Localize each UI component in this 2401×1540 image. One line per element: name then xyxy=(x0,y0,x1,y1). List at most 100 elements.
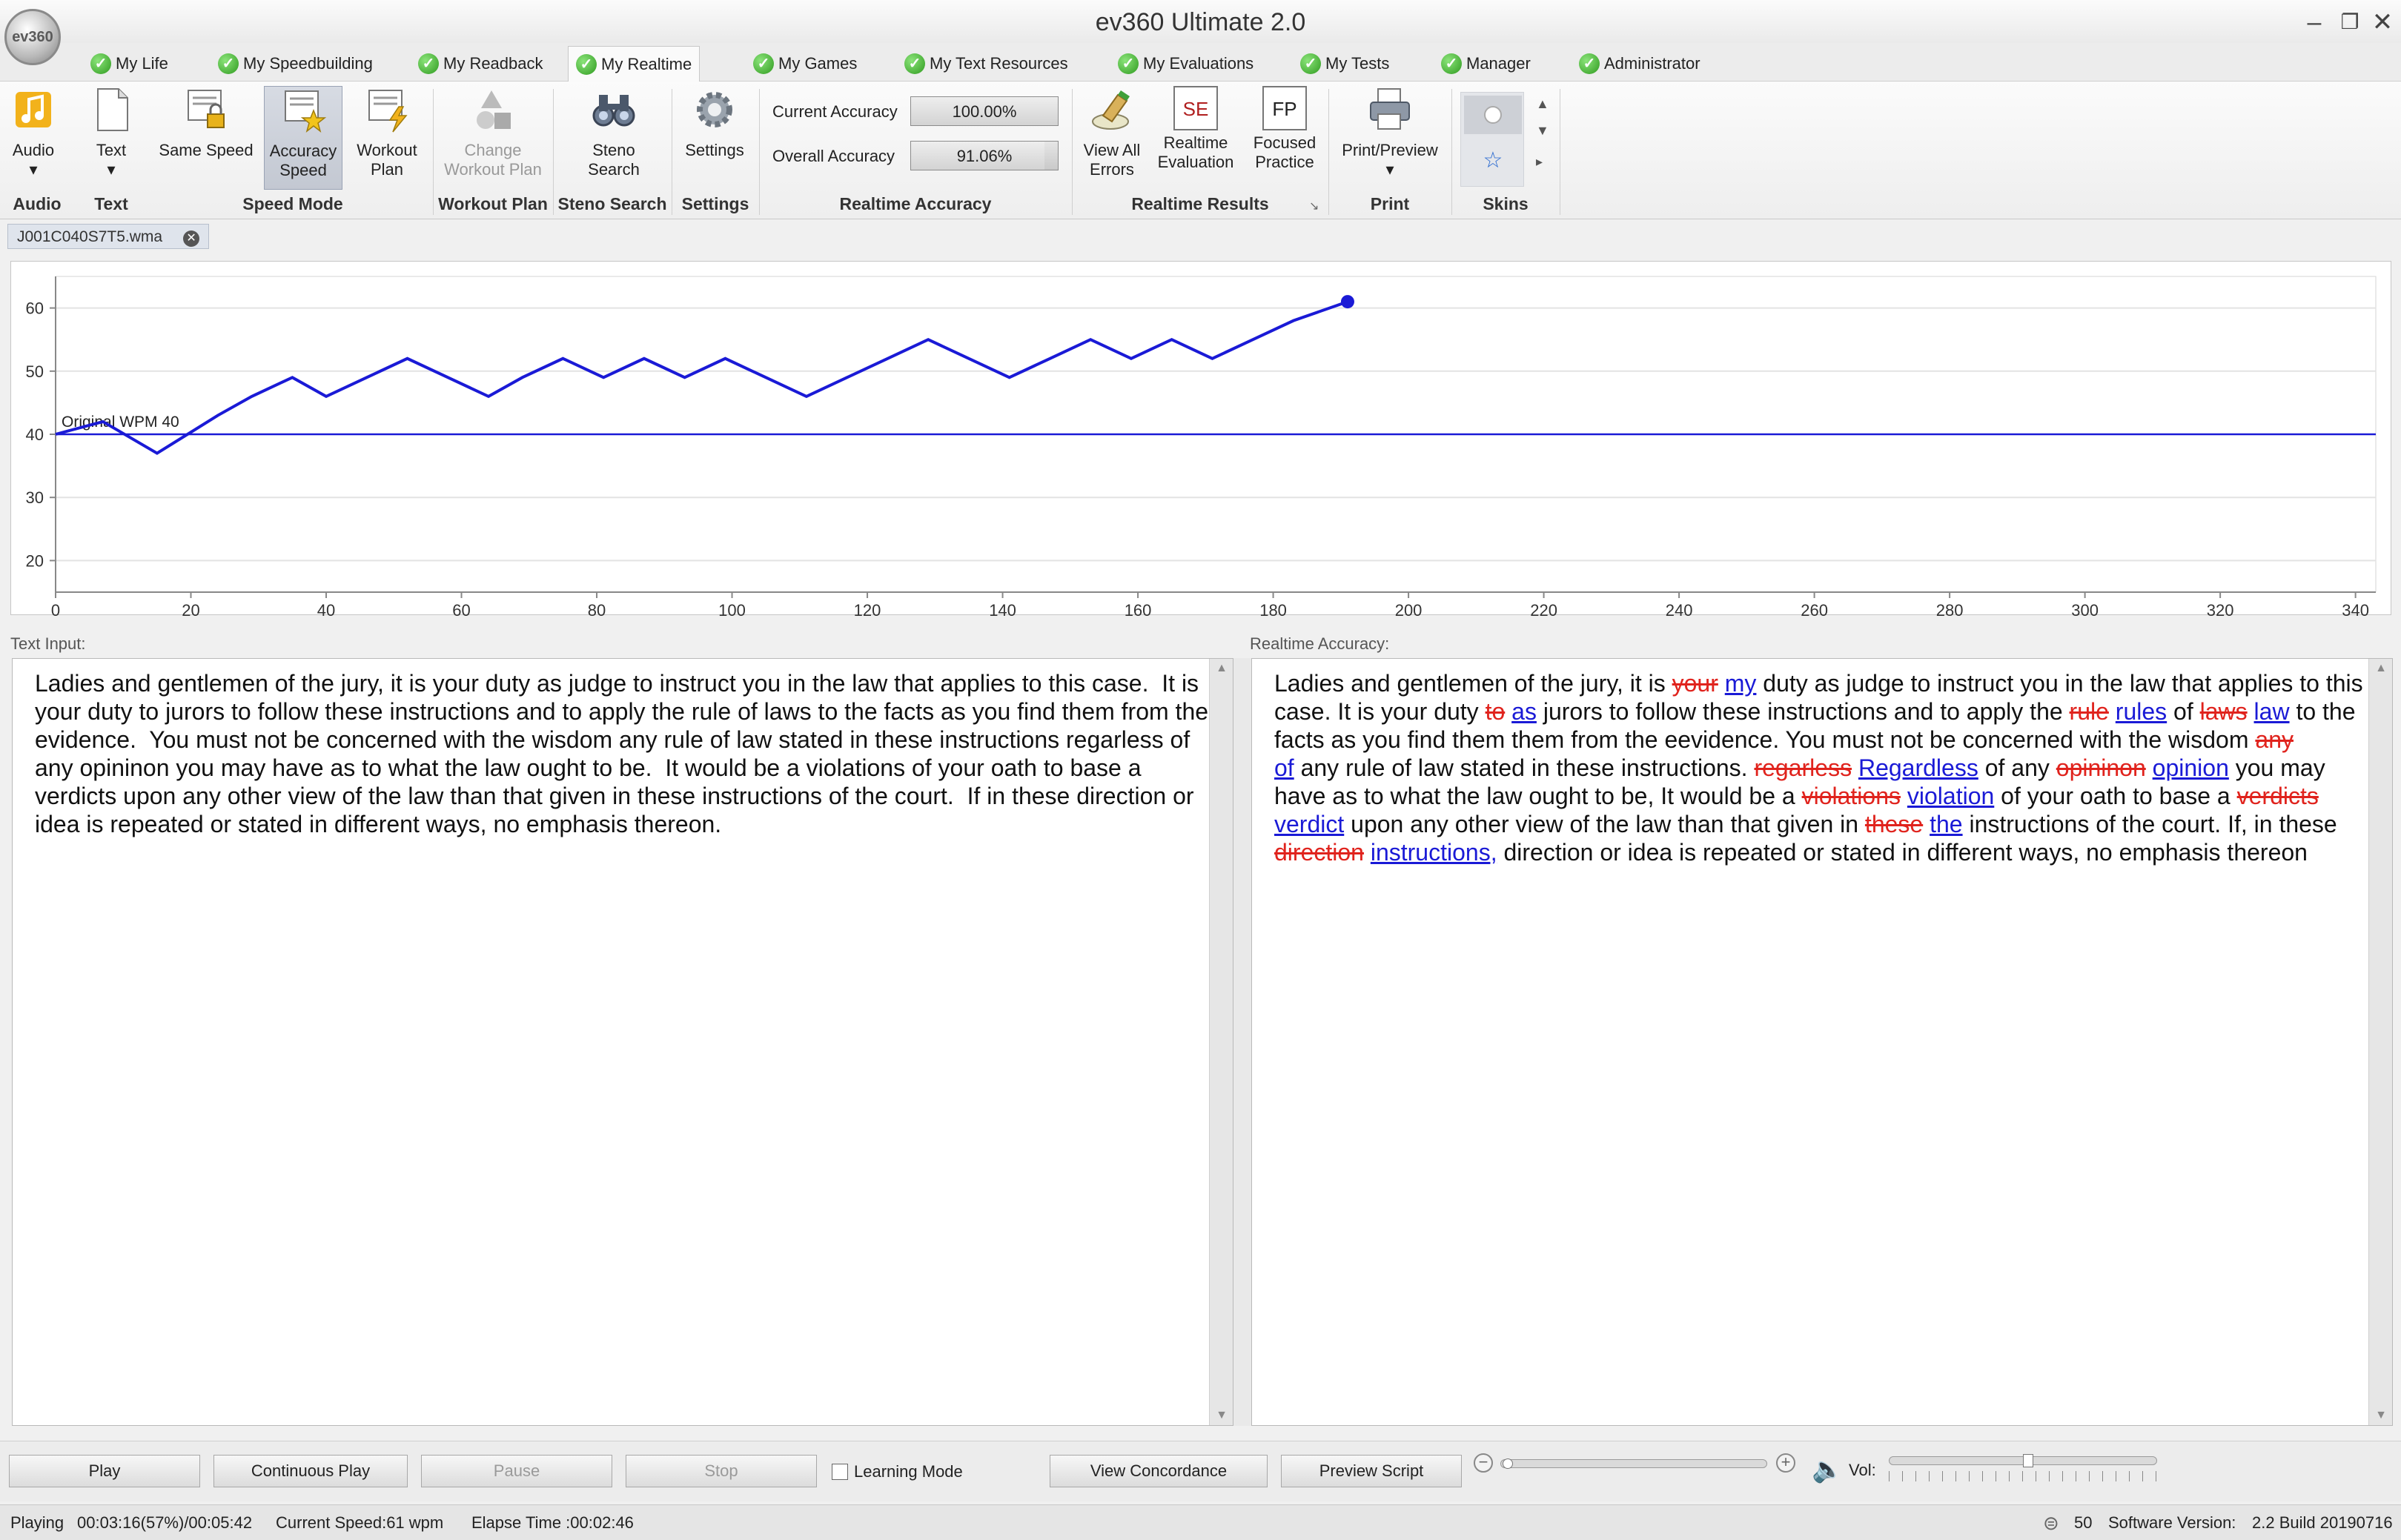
zoom-out-icon[interactable]: − xyxy=(1474,1453,1493,1473)
corrected-word[interactable]: law xyxy=(2254,698,2290,725)
continuous-play-button[interactable]: Continuous Play xyxy=(213,1455,408,1487)
tab-my-speedbuilding[interactable]: ✓ My Speedbuilding xyxy=(211,46,380,82)
tab-my-text-resources[interactable]: ✓ My Text Resources xyxy=(897,46,1076,82)
text-input-panel[interactable]: Ladies and gentlemen of the jury, it is … xyxy=(12,658,1233,1426)
tab-label: My Text Resources xyxy=(930,54,1068,73)
audio-label: Audio xyxy=(12,141,55,159)
tab-administrator[interactable]: ✓ Administrator xyxy=(1572,46,1708,82)
deleted-word[interactable]: rule xyxy=(2070,698,2109,725)
realtime-text: of any xyxy=(1978,754,2056,781)
position-slider-thumb[interactable] xyxy=(1503,1458,1513,1469)
realtime-accuracy-panel[interactable]: Ladies and gentlemen of the jury, it is … xyxy=(1251,658,2393,1426)
document-tab[interactable]: J001C040S7T5.wma ✕ xyxy=(7,224,210,249)
volume-slider[interactable] xyxy=(1889,1454,2157,1467)
change-workout-label-1: Change xyxy=(464,141,522,159)
accuracy-speed-button[interactable]: Accuracy Speed xyxy=(264,86,342,190)
tab-my-readback[interactable]: ✓ My Readback xyxy=(411,46,551,82)
workout-plan-button[interactable]: Workout Plan xyxy=(348,86,425,190)
accuracy-speed-label-2: Speed xyxy=(279,161,327,179)
tab-manager[interactable]: ✓ Manager xyxy=(1434,46,1538,82)
scroll-down-icon[interactable]: ▼ xyxy=(1210,1409,1233,1422)
gallery-up-icon[interactable]: ▲ xyxy=(1536,96,1549,112)
tab-my-games[interactable]: ✓ My Games xyxy=(746,46,864,82)
corrected-word[interactable]: as xyxy=(1511,698,1537,725)
corrected-word[interactable]: verdict xyxy=(1274,811,1344,837)
realtime-accuracy-scrollbar[interactable]: ▲ ▼ xyxy=(2368,659,2392,1425)
deleted-word[interactable]: laws xyxy=(2200,698,2248,725)
learning-mode-checkbox[interactable] xyxy=(832,1464,848,1480)
tab-label: My Tests xyxy=(1325,54,1390,73)
tab-my-life[interactable]: ✓ My Life xyxy=(83,46,176,82)
print-preview-button[interactable]: Print/Preview ▾ xyxy=(1336,86,1444,190)
volume-slider-thumb[interactable] xyxy=(2023,1454,2033,1467)
locked-document-icon xyxy=(188,90,225,128)
text-input-scrollbar[interactable]: ▲ ▼ xyxy=(1209,659,1233,1425)
skins-gallery[interactable]: ☆ xyxy=(1460,92,1524,187)
deleted-word[interactable]: regarless xyxy=(1754,754,1852,781)
zoom-in-icon[interactable]: + xyxy=(1776,1453,1795,1473)
deleted-word[interactable]: to xyxy=(1486,698,1506,725)
preview-script-button[interactable]: Preview Script xyxy=(1281,1455,1462,1487)
stop-button[interactable]: Stop xyxy=(626,1455,817,1487)
close-icon[interactable]: ✕ xyxy=(2366,6,2399,39)
deleted-word[interactable]: your xyxy=(1672,670,1718,697)
deleted-word[interactable]: direction xyxy=(1274,839,1364,866)
corrected-word[interactable]: rules xyxy=(2116,698,2167,725)
tab-my-tests[interactable]: ✓ My Tests xyxy=(1293,46,1397,82)
gallery-down-icon[interactable]: ▼ xyxy=(1536,123,1549,139)
speaker-icon[interactable]: 🔈 xyxy=(1812,1455,1843,1484)
audio-button[interactable]: Audio ▾ xyxy=(7,86,59,190)
corrected-word[interactable]: opinion xyxy=(2153,754,2229,781)
same-speed-button[interactable]: Same Speed xyxy=(156,86,256,190)
steno-search-button[interactable]: Steno Search xyxy=(569,86,658,190)
volume-label: Vol: xyxy=(1849,1461,1876,1479)
document-tab-name: J001C040S7T5.wma xyxy=(17,228,163,245)
text-input-label: Text Input: xyxy=(10,634,86,653)
panel-splitter[interactable] xyxy=(1233,658,1251,1426)
deleted-word[interactable]: these xyxy=(1865,811,1923,837)
corrected-word[interactable]: instructions, xyxy=(1371,839,1497,866)
scroll-up-icon[interactable]: ▲ xyxy=(1210,662,1233,675)
dialog-launcher-icon[interactable]: ↘ xyxy=(1309,199,1319,213)
text-label: Text xyxy=(96,141,127,159)
position-slider[interactable] xyxy=(1500,1458,1767,1469)
scroll-down-icon[interactable]: ▼ xyxy=(2369,1409,2393,1422)
skin-item-default[interactable] xyxy=(1464,96,1522,134)
focused-practice-button[interactable]: FP Focused Practice xyxy=(1244,86,1325,190)
deleted-word[interactable]: violations xyxy=(1802,783,1901,809)
status-elapsed: Elapse Time :00:02:46 xyxy=(471,1513,634,1532)
play-button[interactable]: Play xyxy=(9,1455,200,1487)
restore-icon[interactable]: ❐ xyxy=(2334,6,2366,39)
pause-button[interactable]: Pause xyxy=(421,1455,612,1487)
settings-button[interactable]: Settings xyxy=(678,86,752,190)
text-button[interactable]: Text ▾ xyxy=(82,86,141,190)
x-tick-label: 60 xyxy=(452,601,470,616)
binoculars-icon xyxy=(592,95,635,127)
corrected-word[interactable]: my xyxy=(1725,670,1757,697)
tab-my-evaluations[interactable]: ✓ My Evaluations xyxy=(1110,46,1261,82)
corrected-word[interactable]: the xyxy=(1930,811,1962,837)
minimize-icon[interactable]: – xyxy=(2298,6,2331,39)
tab-my-realtime[interactable]: ✓ My Realtime xyxy=(568,46,701,82)
close-icon[interactable]: ✕ xyxy=(183,230,200,247)
deleted-word[interactable]: opininon xyxy=(2056,754,2146,781)
software-version-label: Software Version: xyxy=(2108,1513,2236,1532)
corrected-word[interactable]: Regardless xyxy=(1858,754,1978,781)
scroll-up-icon[interactable]: ▲ xyxy=(2369,662,2393,675)
deleted-word[interactable]: verdicts xyxy=(2237,783,2319,809)
corrected-word[interactable]: violation xyxy=(1907,783,1994,809)
corrected-word[interactable]: of xyxy=(1274,754,1294,781)
change-workout-plan-button[interactable]: Change Workout Plan xyxy=(440,86,546,190)
realtime-text: any rule of law stated in these instruct… xyxy=(1294,754,1755,781)
check-icon: ✓ xyxy=(576,53,597,75)
view-all-errors-button[interactable]: View All Errors xyxy=(1076,86,1147,190)
gallery-more-icon[interactable]: ▸ xyxy=(1536,154,1543,170)
overall-accuracy-bar: 91.06% xyxy=(910,141,1059,170)
status-time: 00:03:16(57%)/00:05:42 xyxy=(77,1513,253,1532)
app-logo-icon[interactable]: ev360 xyxy=(4,9,61,65)
realtime-text: have as to what the law ought to be, It … xyxy=(1274,783,1802,809)
star-icon[interactable]: ☆ xyxy=(1464,142,1522,180)
view-concordance-button[interactable]: View Concordance xyxy=(1050,1455,1268,1487)
deleted-word[interactable]: any xyxy=(2255,726,2294,753)
realtime-evaluation-button[interactable]: SE Realtime Evaluation xyxy=(1153,86,1238,190)
